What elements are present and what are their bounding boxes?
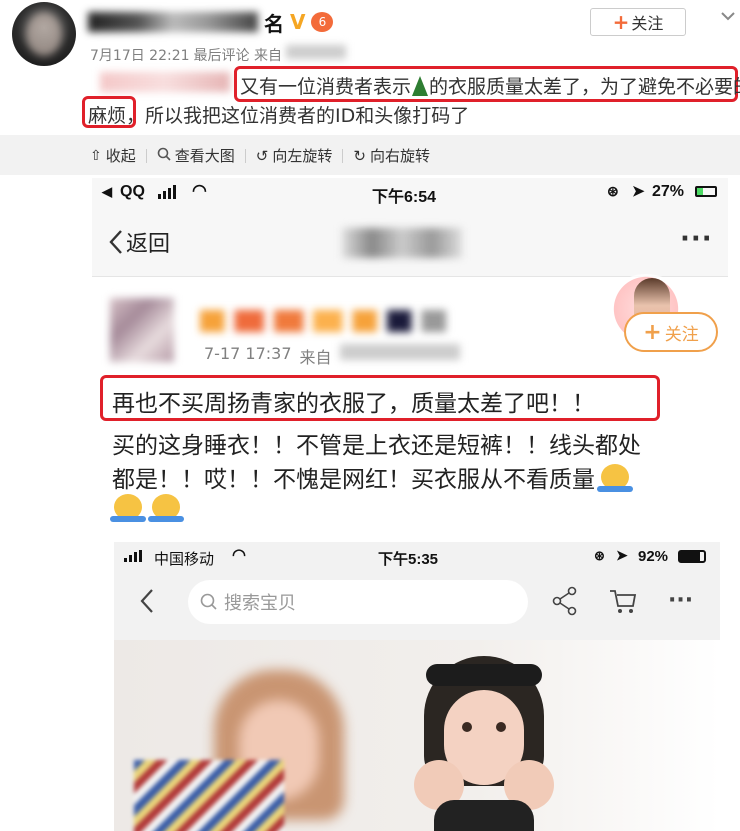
avatar[interactable] — [12, 2, 76, 66]
battery-icon — [678, 550, 706, 563]
inner-username-redacted — [200, 310, 446, 332]
back-button[interactable]: 返回 — [108, 226, 170, 258]
image-toolbar-row: ⇧ 收起 查看大图 ↺ 向左旋转 ↻ 向右旋转 — [90, 145, 430, 166]
inner-meta-redacted — [339, 344, 460, 360]
rotate-left-button[interactable]: ↺ 向左旋转 — [256, 145, 333, 166]
back-chevron-icon — [140, 589, 153, 613]
shrug-emoji-icon — [110, 494, 146, 522]
inner-post-line2: 买的这身睡衣！！不管是上衣还是短裤！！线头都处 — [112, 433, 641, 459]
wifi-icon: ◠ — [232, 547, 246, 564]
product-model — [414, 650, 554, 831]
collapse-button[interactable]: ⇧ 收起 — [90, 145, 136, 166]
screenshot-taobao[interactable]: 中国移动 ◠ 下午5:35 ⊛ ➤ 92% 搜索宝贝 ··· — [114, 542, 720, 831]
chevron-down-icon[interactable] — [718, 6, 738, 26]
post-text-line2: 麻烦，所以我把这位消费者的ID和头像打码了 — [88, 105, 470, 127]
qq-nav-bar: 返回 ··· — [92, 208, 728, 277]
more-icon[interactable]: ··· — [680, 224, 713, 254]
rotate-left-icon: ↺ — [255, 146, 269, 165]
toolbar-divider — [244, 148, 246, 163]
username-redacted — [88, 12, 258, 32]
view-large-button[interactable]: 查看大图 — [157, 145, 235, 166]
qq-status-bar: ◀ QQ ◠ 下午6:54 ⊛ ➤ 27% — [92, 178, 728, 208]
verified-v-icon: V — [290, 10, 306, 34]
search-icon — [157, 147, 171, 165]
taobao-search-input[interactable]: 搜索宝贝 — [188, 580, 528, 624]
toolbar-divider — [342, 148, 344, 163]
signal-icon — [158, 185, 176, 199]
collapse-icon: ⇧ — [90, 147, 102, 164]
tree-icon — [412, 75, 429, 96]
inner-post-meta: 7-17 17:37 来自 — [204, 344, 460, 368]
signal-icon — [124, 550, 142, 562]
meta-redacted — [285, 45, 346, 59]
post-meta: 7月17日 22:21 最后评论 来自 — [90, 45, 346, 65]
username-end: 名 — [264, 11, 284, 36]
inner-post-line4 — [110, 494, 184, 522]
back-chevron-icon — [109, 230, 122, 254]
username[interactable]: 名 V 6 — [88, 8, 334, 36]
post-text-line1: 又有一位消费者表示 的衣服质量太差了，为了避免不必要的 — [240, 75, 740, 98]
share-icon[interactable] — [552, 586, 578, 620]
inner-follow-button[interactable]: + 关注 — [624, 312, 718, 352]
wifi-icon: ◠ — [192, 181, 207, 200]
toolbar-divider — [145, 148, 147, 163]
shrug-emoji-icon — [597, 464, 633, 492]
rotate-right-button[interactable]: ↻ 向右旋转 — [353, 145, 430, 166]
location-arrow-icon: ➤ — [616, 547, 628, 563]
product-image[interactable] — [114, 640, 720, 831]
nav-title-redacted — [342, 228, 462, 258]
back-arrow-small-icon: ◀ — [102, 184, 112, 199]
battery-icon — [695, 186, 717, 197]
inner-post-line3: 都是！！哎！！不愧是网红！买衣服从不看质量 — [112, 460, 633, 494]
cart-icon[interactable] — [608, 588, 638, 618]
more-icon[interactable]: ··· — [668, 588, 693, 613]
inner-post-line1: 再也不买周扬青家的衣服了，质量太差了吧！！ — [112, 391, 595, 417]
screenshot-qq[interactable]: ◀ QQ ◠ 下午6:54 ⊛ ➤ 27% 返回 ··· 7-17 17:37 … — [92, 178, 728, 831]
vip-level-icon: 6 — [311, 12, 334, 32]
post-text-redacted — [100, 72, 230, 92]
shrug-emoji-icon — [148, 494, 184, 522]
orientation-lock-icon: ⊛ — [607, 183, 619, 199]
follow-button[interactable]: + 关注 — [590, 8, 686, 36]
rotate-right-icon: ↻ — [353, 146, 366, 165]
location-arrow-icon: ➤ — [632, 183, 645, 200]
taobao-status-bar: 中国移动 ◠ 下午5:35 ⊛ ➤ 92% — [114, 542, 720, 572]
striped-backdrop — [134, 760, 284, 831]
taobao-back-button[interactable] — [140, 588, 154, 618]
inner-avatar[interactable] — [110, 298, 174, 362]
search-icon — [200, 593, 217, 610]
orientation-lock-icon: ⊛ — [594, 548, 605, 563]
